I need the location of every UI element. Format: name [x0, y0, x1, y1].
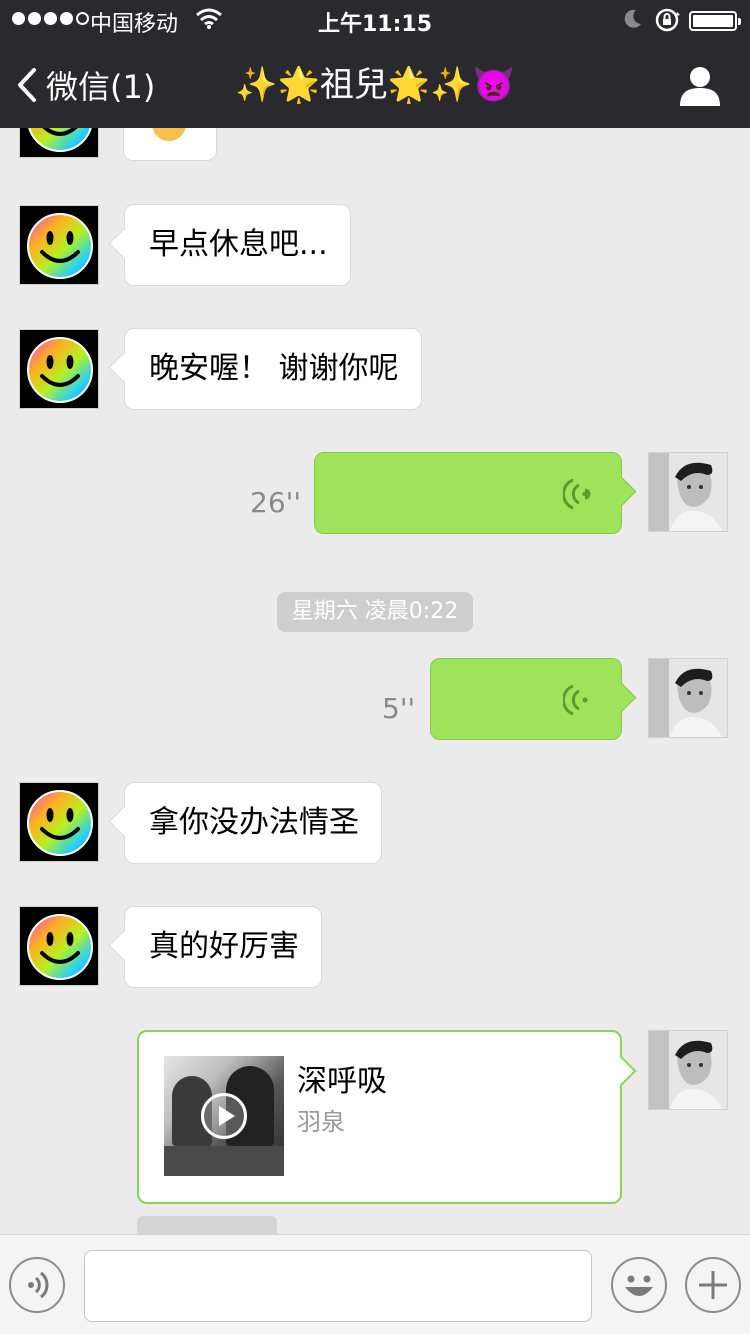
- emoji-button[interactable]: [611, 1257, 667, 1313]
- message-input[interactable]: [84, 1250, 592, 1322]
- voice-mode-icon: [28, 1271, 49, 1299]
- message-text: 早点休息吧...: [149, 227, 328, 262]
- contact-avatar[interactable]: [19, 906, 99, 986]
- voice-wave-icon: [563, 684, 588, 716]
- person-icon[interactable]: [678, 64, 722, 108]
- album-cover: [164, 1056, 284, 1176]
- user-photo-icon: [649, 453, 728, 532]
- outgoing-voice-message[interactable]: [430, 658, 622, 740]
- song-title: 深呼吸: [297, 1064, 387, 1099]
- voice-mode-button[interactable]: [9, 1257, 65, 1313]
- play-icon[interactable]: [201, 1093, 247, 1139]
- rotation-lock-icon: [655, 8, 680, 32]
- battery-icon: [689, 11, 741, 31]
- message-text: 拿你没办法情圣: [149, 805, 359, 840]
- my-avatar[interactable]: [648, 1030, 728, 1110]
- incoming-message[interactable]: 拿你没办法情圣: [124, 782, 382, 864]
- smiley-avatar-icon: [20, 783, 99, 862]
- voice-duration: 26'': [250, 486, 302, 519]
- plus-icon: [699, 1271, 727, 1299]
- song-artist: 羽泉: [297, 1108, 345, 1136]
- message-text: 晚安喔！ 谢谢你呢: [149, 351, 399, 386]
- incoming-message[interactable]: 早点休息吧...: [124, 204, 351, 286]
- my-avatar[interactable]: [648, 452, 728, 532]
- contact-avatar[interactable]: [19, 205, 99, 285]
- outgoing-voice-message[interactable]: [314, 452, 622, 534]
- input-bar: [0, 1234, 750, 1334]
- music-share-card[interactable]: 深呼吸 羽泉: [137, 1030, 622, 1204]
- timestamp-label: 星期六 凌晨0:22: [277, 592, 473, 632]
- my-avatar[interactable]: [648, 658, 728, 738]
- incoming-message[interactable]: 真的好厉害: [124, 906, 322, 988]
- chat-title: ✨🌟祖兒🌟✨👿: [235, 65, 515, 105]
- header: 中国移动 上午11:15 微信(1) ✨🌟祖兒🌟✨👿: [0, 0, 750, 128]
- chat-area[interactable]: 早点休息吧... 晚安喔！ 谢谢你呢 26'' 星期六 凌晨0:22 5'' 拿…: [0, 0, 750, 1234]
- contact-avatar[interactable]: [19, 782, 99, 862]
- partial-message: [137, 1216, 277, 1234]
- incoming-message[interactable]: 晚安喔！ 谢谢你呢: [124, 328, 422, 410]
- message-text: 真的好厉害: [149, 929, 299, 964]
- voice-duration: 5'': [382, 692, 416, 725]
- smiley-avatar-icon: [20, 330, 99, 409]
- contact-avatar[interactable]: [19, 329, 99, 409]
- do-not-disturb-icon: [624, 9, 641, 28]
- status-bar: 中国移动 上午11:15: [0, 0, 750, 40]
- add-button[interactable]: [685, 1257, 741, 1313]
- emoji-icon: [625, 1275, 653, 1296]
- user-photo-icon: [649, 1031, 728, 1110]
- voice-wave-icon: [563, 478, 591, 510]
- smiley-avatar-icon: [20, 907, 99, 986]
- smiley-avatar-icon: [20, 206, 99, 285]
- user-photo-icon: [649, 659, 728, 738]
